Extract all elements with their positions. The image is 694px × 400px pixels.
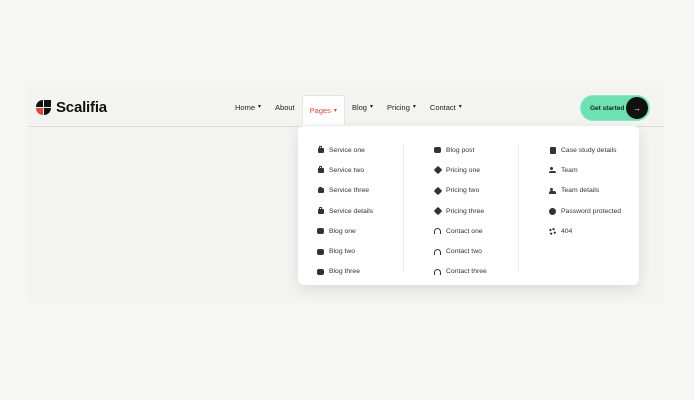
menu-item-label: Blog post bbox=[446, 146, 475, 154]
menu-item-contact-one[interactable]: Contact one bbox=[434, 221, 487, 241]
menu-item-label: Pricing one bbox=[446, 166, 481, 174]
brand-name: Scalifia bbox=[56, 99, 107, 116]
nav-item-about[interactable]: About bbox=[268, 95, 302, 119]
headset-icon bbox=[434, 268, 441, 275]
menu-item-pricing-two[interactable]: Pricing two bbox=[433, 181, 487, 201]
menu-item-service-one[interactable]: Service one bbox=[317, 140, 373, 160]
headset-icon bbox=[434, 228, 441, 235]
arrow-right-icon: → bbox=[626, 97, 648, 119]
lock-icon bbox=[549, 207, 556, 215]
briefcase-icon bbox=[317, 186, 324, 194]
menu-item-blog-post[interactable]: Blog post bbox=[434, 140, 487, 160]
chevron-down-icon: ▾ bbox=[369, 104, 373, 110]
logo-mark-icon bbox=[36, 99, 52, 116]
menu-item-label: Contact one bbox=[446, 227, 483, 235]
column-divider bbox=[403, 144, 404, 272]
menu-item-password-protected[interactable]: Password protected bbox=[549, 201, 621, 221]
menu-item-label: Blog two bbox=[329, 248, 356, 256]
chat-icon bbox=[317, 268, 324, 275]
menu-item-label: Service one bbox=[329, 146, 365, 154]
pages-dropdown-menu: Service one Service two Service three Se… bbox=[298, 126, 639, 285]
dropdown-column-1: Service one Service two Service three Se… bbox=[317, 140, 373, 282]
nav-item-blog[interactable]: Blog ▾ bbox=[345, 95, 380, 119]
nav-item-contact[interactable]: Contact ▾ bbox=[423, 95, 469, 119]
briefcase-icon bbox=[317, 166, 324, 174]
menu-item-label: Blog one bbox=[329, 227, 356, 235]
chat-icon bbox=[317, 248, 324, 255]
menu-item-blog-three[interactable]: Blog three bbox=[317, 262, 373, 282]
tag-icon bbox=[433, 206, 442, 216]
menu-item-label: Password protected bbox=[561, 207, 622, 215]
menu-item-label: Contact three bbox=[446, 268, 487, 276]
tag-icon bbox=[433, 186, 442, 195]
nav-item-pages[interactable]: Pages ▾ bbox=[301, 95, 345, 125]
main-nav: Home ▾ About Pages ▾ Blog ▾ Pricing ▾ Co… bbox=[228, 91, 469, 125]
menu-item-label: Pricing two bbox=[446, 187, 480, 195]
menu-item-pricing-one[interactable]: Pricing one bbox=[433, 160, 487, 180]
chat-icon bbox=[434, 147, 441, 154]
chevron-down-icon: ▾ bbox=[258, 104, 262, 110]
menu-item-label: Case study details bbox=[561, 146, 617, 154]
brand-logo[interactable]: Scalifia bbox=[36, 99, 107, 116]
menu-item-service-details[interactable]: Service details bbox=[317, 201, 373, 221]
menu-item-label: Blog three bbox=[329, 268, 360, 276]
document-icon bbox=[549, 146, 556, 154]
menu-item-label: Team bbox=[561, 166, 578, 174]
menu-item-label: Service details bbox=[329, 207, 374, 215]
menu-item-case-study-details[interactable]: Case study details bbox=[549, 140, 621, 160]
menu-item-label: Pricing three bbox=[446, 207, 485, 215]
get-started-button[interactable]: Get started → bbox=[581, 96, 649, 120]
menu-item-blog-two[interactable]: Blog two bbox=[317, 241, 373, 261]
chevron-down-icon: ▾ bbox=[458, 104, 462, 110]
nav-item-label: Contact bbox=[429, 102, 456, 112]
nav-item-pricing[interactable]: Pricing ▾ bbox=[380, 95, 423, 119]
nav-item-label: About bbox=[275, 102, 295, 112]
site-header: Scalifia Home ▾ About Pages ▾ Blog ▾ Pri… bbox=[28, 91, 664, 127]
briefcase-icon bbox=[317, 207, 324, 215]
menu-item-service-three[interactable]: Service three bbox=[317, 181, 373, 201]
team-icon bbox=[549, 187, 556, 194]
nav-item-label: Home bbox=[235, 102, 256, 112]
get-started-label: Get started bbox=[590, 104, 625, 112]
chevron-down-icon: ▾ bbox=[412, 104, 416, 110]
chat-icon bbox=[317, 228, 324, 235]
menu-item-label: 404 bbox=[561, 227, 573, 235]
chevron-down-icon: ▾ bbox=[333, 107, 337, 114]
menu-item-label: Contact two bbox=[446, 248, 482, 256]
menu-item-contact-two[interactable]: Contact two bbox=[434, 241, 487, 261]
menu-item-blog-one[interactable]: Blog one bbox=[317, 221, 373, 241]
nav-item-label: Blog bbox=[351, 102, 367, 112]
menu-item-service-two[interactable]: Service two bbox=[317, 160, 373, 180]
nav-item-home[interactable]: Home ▾ bbox=[228, 95, 268, 119]
menu-item-404[interactable]: 404 bbox=[549, 221, 621, 241]
menu-item-contact-three[interactable]: Contact three bbox=[434, 262, 487, 282]
nav-item-label: Pages bbox=[309, 106, 331, 115]
team-icon bbox=[549, 167, 556, 174]
menu-item-label: Service two bbox=[329, 166, 365, 174]
tag-icon bbox=[433, 166, 442, 175]
menu-item-label: Team details bbox=[561, 187, 600, 195]
menu-item-team-details[interactable]: Team details bbox=[549, 181, 621, 201]
dropdown-column-3: Case study details Team Team details Pas… bbox=[549, 140, 621, 241]
menu-item-pricing-three[interactable]: Pricing three bbox=[433, 201, 487, 221]
column-divider bbox=[518, 144, 519, 272]
gear-icon bbox=[549, 227, 556, 235]
briefcase-icon bbox=[317, 146, 324, 154]
menu-item-team[interactable]: Team bbox=[549, 160, 621, 180]
menu-item-label: Service three bbox=[329, 187, 370, 195]
dropdown-column-2: Blog post Pricing one Pricing two Pricin… bbox=[433, 140, 487, 282]
nav-item-label: Pricing bbox=[386, 102, 410, 112]
headset-icon bbox=[434, 248, 441, 255]
